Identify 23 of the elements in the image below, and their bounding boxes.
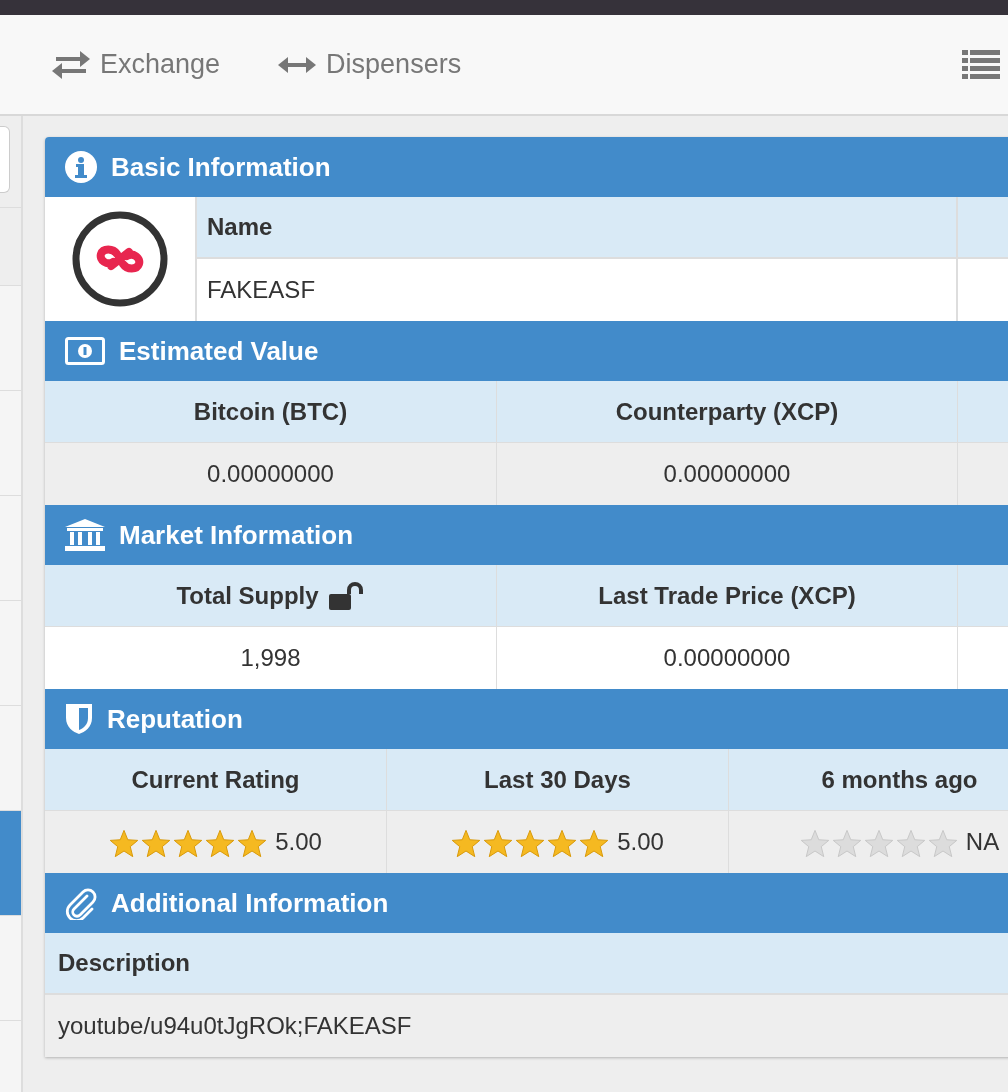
table-header: Name bbox=[197, 197, 956, 259]
nav-link[interactable]: Exchange bbox=[52, 44, 221, 85]
rating-score: 5.00 bbox=[275, 827, 322, 857]
table-header: Bitcoin (BTC) bbox=[45, 381, 497, 443]
section-title: Market Information bbox=[119, 518, 354, 552]
table-cell-text: FAKEASF bbox=[206, 275, 317, 305]
table-cell: 0.00000000 bbox=[45, 443, 497, 505]
table-header: Description bbox=[45, 933, 1008, 995]
section-title: Estimated Value bbox=[119, 334, 319, 368]
table-header: Current Rating bbox=[45, 749, 387, 811]
section-title: Reputation bbox=[107, 702, 243, 736]
table-header: 6 months ago bbox=[729, 749, 1008, 811]
nav-link[interactable]: Dispensers bbox=[278, 44, 462, 85]
table-header: Total Supply bbox=[176, 580, 319, 611]
table-cell: youtube/u94u0tJgROk;FAKEASF bbox=[45, 995, 1008, 1057]
table-header: Last 30 Days bbox=[387, 749, 729, 811]
section-title: Basic Information bbox=[111, 150, 331, 184]
table-header: Counterparty (XCP) bbox=[497, 381, 958, 443]
rating-score: NA bbox=[965, 827, 1000, 857]
table-header: Last Trade Price (XCP) bbox=[497, 565, 958, 627]
section-title: Additional Information bbox=[111, 886, 389, 920]
rating-score: 5.00 bbox=[617, 827, 664, 857]
table-cell: 0.00000000 bbox=[497, 443, 958, 505]
